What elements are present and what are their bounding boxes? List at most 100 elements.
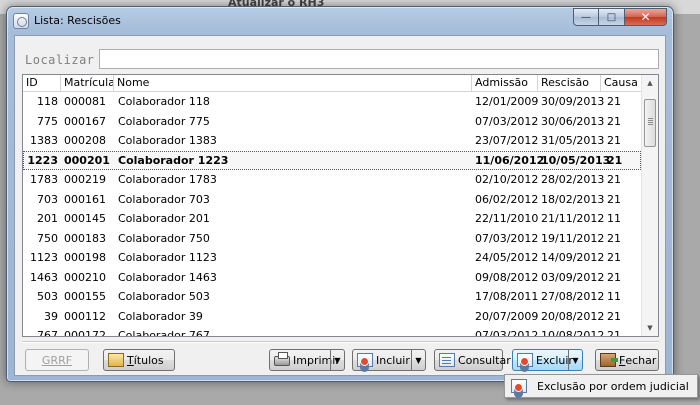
cell-matricula: 000167 (64, 114, 106, 128)
cell-rescisao: 30/09/2013 (541, 95, 605, 108)
minimize-button[interactable]: — (573, 8, 599, 26)
cell-id: 1463 (30, 270, 58, 284)
table-row[interactable]: 1383 000208 Colaborador 1383 23/07/2012 31/0… (23, 131, 641, 151)
cell-nome: Colaborador 775 (118, 114, 210, 128)
incluir-button[interactable]: Incluir ▼ (352, 349, 426, 371)
table-row[interactable]: 750 000183 Colaborador 750 07/03/2012 19/11/… (23, 229, 641, 249)
table-row[interactable]: 767 000172 Colaborador 767 07/03/2012 10/08/… (23, 326, 641, 337)
rescisoes-window: Lista: Rescisões — □ ✕ Localizar ID Matr… (6, 6, 674, 382)
table-body: 118 000081 Colaborador 118 12/01/2009 30/09/… (23, 92, 641, 337)
column-header-rescisao[interactable]: Rescisão (538, 75, 601, 92)
cell-id: 1223 (27, 153, 58, 167)
scroll-thumb[interactable] (644, 99, 656, 147)
cell-nome: Colaborador 1783 (118, 173, 217, 186)
view-document-icon (439, 353, 455, 367)
cell-id: 1383 (30, 134, 58, 147)
search-input[interactable] (99, 49, 659, 69)
cell-rescisao: 30/06/2013 (541, 114, 605, 128)
grrf-button[interactable]: GRRF (25, 349, 89, 371)
close-button[interactable]: ✕ (625, 8, 667, 26)
consultar-label: Consultar (458, 353, 511, 367)
cell-rescisao: 28/02/2013 (541, 173, 605, 186)
fechar-button[interactable]: Fechar (595, 349, 659, 371)
printer-icon (274, 352, 290, 366)
toolbar-divider (22, 341, 659, 343)
column-header-matricula[interactable]: Matrícula (61, 75, 114, 92)
cell-admissao: 24/05/2012 (475, 251, 539, 264)
table-row[interactable]: 775 000167 Colaborador 775 07/03/2012 30/06/… (23, 112, 641, 132)
cell-matricula: 000208 (64, 134, 106, 147)
excluir-dropdown-arrow[interactable]: ▼ (568, 350, 582, 370)
incluir-dropdown-arrow[interactable]: ▼ (411, 350, 425, 370)
scroll-up-icon[interactable]: ▲ (642, 75, 658, 91)
column-header-id[interactable]: ID (23, 75, 61, 92)
titulos-button[interactable]: Títulos (103, 349, 175, 371)
cell-id: 1123 (30, 251, 58, 264)
cell-id: 1783 (30, 173, 58, 186)
vertical-scrollbar[interactable]: ▲ ▼ (641, 75, 658, 336)
cell-nome: Colaborador 118 (118, 95, 210, 108)
cell-matricula: 000145 (64, 212, 106, 225)
cell-id: 201 (37, 212, 58, 225)
imprimir-dropdown-arrow[interactable]: ▼ (330, 350, 344, 370)
cell-nome: Colaborador 201 (118, 212, 210, 225)
menu-item-exclusao-judicial[interactable]: Exclusão por ordem judicial (537, 380, 689, 393)
window-client-area: Localizar ID Matrícula Nome Admissão Res… (14, 35, 666, 376)
cell-nome: Colaborador 703 (118, 192, 210, 206)
cell-admissao: 09/08/2012 (475, 270, 539, 284)
cell-admissao: 17/08/2011 (475, 290, 539, 303)
fechar-label: echar (625, 353, 657, 367)
titulos-label-hotkey: T (127, 353, 134, 367)
table-row[interactable]: 1123 000198 Colaborador 1123 24/05/2012 14/0… (23, 248, 641, 268)
cell-causa: 21 (607, 270, 621, 284)
cell-causa: 21 (607, 309, 621, 323)
table-row[interactable]: 1783 000219 Colaborador 1783 02/10/2012 28/0… (23, 170, 641, 190)
titulos-label: ítulos (133, 353, 164, 367)
cell-causa: 21 (607, 95, 621, 108)
maximize-button[interactable]: □ (599, 8, 625, 26)
delete-document-icon (517, 353, 533, 367)
table-row[interactable]: 201 000145 Colaborador 201 22/11/2010 21/11/… (23, 209, 641, 229)
cell-matricula: 000201 (64, 153, 110, 167)
cell-rescisao: 21/11/2012 (541, 212, 605, 225)
cell-rescisao: 03/09/2012 (541, 270, 605, 284)
cell-rescisao: 31/05/2013 (541, 134, 605, 147)
title-bar[interactable]: Lista: Rescisões — □ ✕ (7, 7, 673, 35)
cell-id: 39 (44, 309, 58, 323)
column-header-causa[interactable]: Causa (601, 75, 641, 92)
excluir-button[interactable]: Excluir ▼ (512, 349, 583, 371)
cell-id: 703 (37, 192, 58, 206)
cell-causa: 11 (607, 290, 621, 303)
consultar-button[interactable]: Consultar (434, 349, 511, 371)
scroll-down-icon[interactable]: ▼ (642, 320, 658, 336)
cell-rescisao: 10/08/2012 (541, 329, 605, 337)
cell-admissao: 22/11/2010 (475, 212, 539, 225)
delete-document-icon (511, 379, 527, 393)
table-row[interactable]: 39 000112 Colaborador 39 20/07/2009 20/08/20… (23, 307, 641, 327)
cell-admissao: 20/07/2009 (475, 309, 539, 323)
table-row[interactable]: 1223 000201 Colaborador 1223 11/06/2012 10/0… (23, 150, 641, 170)
cell-matricula: 000183 (64, 231, 106, 245)
cell-rescisao: 27/08/2012 (541, 290, 605, 303)
column-header-admissao[interactable]: Admissão (472, 75, 538, 92)
cell-causa: 21 (607, 134, 621, 147)
app-icon[interactable] (13, 13, 29, 29)
cell-admissao: 12/01/2009 (475, 95, 539, 108)
table-row[interactable]: 118 000081 Colaborador 118 12/01/2009 30/09/… (23, 92, 641, 112)
cell-id: 118 (37, 95, 58, 108)
cell-causa: 21 (607, 173, 621, 186)
cell-matricula: 000161 (64, 192, 106, 206)
cell-matricula: 000112 (64, 309, 106, 323)
rescisoes-table: ID Matrícula Nome Admissão Rescisão Caus… (22, 74, 659, 337)
table-row[interactable]: 503 000155 Colaborador 503 17/08/2011 27/08/… (23, 287, 641, 307)
imprimir-button[interactable]: Imprimir ▼ (269, 349, 345, 371)
cell-rescisao: 20/08/2012 (541, 309, 605, 323)
cell-admissao: 23/07/2012 (475, 134, 539, 147)
column-header-nome[interactable]: Nome (114, 75, 472, 92)
cell-causa: 21 (607, 251, 621, 264)
cell-causa: 21 (607, 329, 621, 337)
table-row[interactable]: 1463 000210 Colaborador 1463 09/08/2012 03/0… (23, 268, 641, 288)
cell-rescisao: 18/02/2013 (541, 192, 605, 206)
table-row[interactable]: 703 000161 Colaborador 703 06/02/2012 18/02/… (23, 190, 641, 210)
cell-rescisao: 19/11/2012 (541, 231, 605, 245)
